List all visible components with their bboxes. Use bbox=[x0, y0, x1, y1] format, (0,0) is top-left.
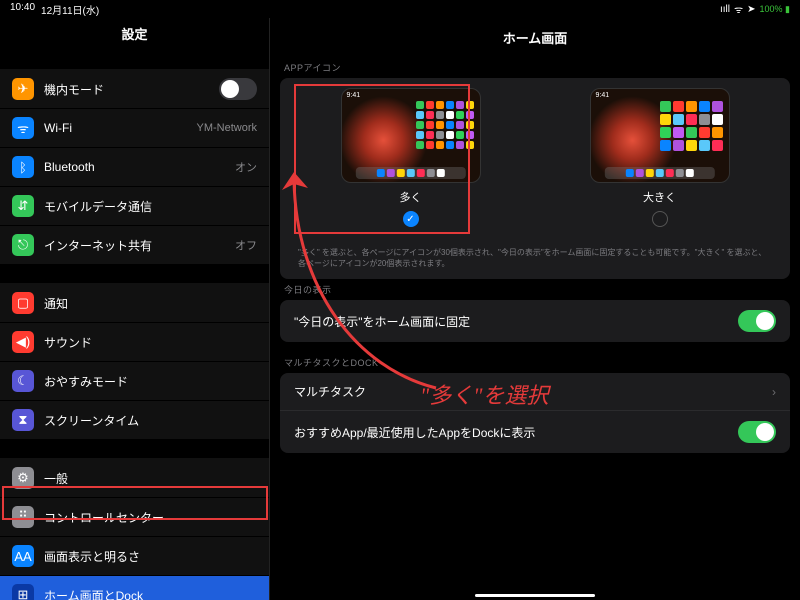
switch-suggested[interactable] bbox=[738, 421, 776, 443]
sidebar-item-value: YM-Network bbox=[196, 122, 257, 134]
sidebar-item-label: 機内モード bbox=[44, 81, 219, 98]
sidebar-item-label: Wi-Fi bbox=[44, 121, 196, 135]
icongrid-big bbox=[660, 101, 723, 151]
footnote: "多く" を選ぶと、各ページにアイコンが30個表示され、"今日の表示"をホーム画… bbox=[280, 241, 790, 279]
main-panel: ホーム画面 APPアイコン 9:41 多く ✓ 9:41 bbox=[270, 18, 800, 600]
status-time: 10:40 bbox=[10, 2, 35, 17]
sidebar-item-label: 通知 bbox=[44, 295, 257, 312]
row-multitask[interactable]: マルチタスク › bbox=[280, 373, 790, 410]
sidebar-item-g3-1[interactable]: ⠿ コントロールセンター bbox=[0, 498, 269, 537]
sidebar-item-label: 画面表示と明るさ bbox=[44, 548, 257, 565]
sidebar-icon: ✈︎ bbox=[12, 78, 34, 100]
sidebar-icon: ⇵ bbox=[12, 195, 34, 217]
row-today-fix[interactable]: "今日の表示"をホーム画面に固定 bbox=[280, 300, 790, 342]
sidebar-item-g1-3[interactable]: ⇵ モバイルデータ通信 bbox=[0, 187, 269, 226]
sidebar-title: 設定 bbox=[0, 18, 269, 51]
sidebar: 設定 ✈︎ 機内モード ᯤ Wi-FiYM-Network ᛒ Bluetoothオン ⇵ モ… bbox=[0, 18, 270, 600]
check-icon: ✓ bbox=[403, 211, 419, 227]
sidebar-item-g2-3[interactable]: ⧗ スクリーンタイム bbox=[0, 401, 269, 440]
preview-large: 9:41 bbox=[590, 88, 730, 183]
sidebar-icon: ⎋ bbox=[12, 234, 34, 256]
sidebar-item-g2-1[interactable]: ◀︎) サウンド bbox=[0, 323, 269, 362]
sidebar-item-value: オフ bbox=[235, 237, 257, 253]
sidebar-item-value: オン bbox=[235, 159, 257, 175]
sidebar-item-g2-2[interactable]: ☾ おやすみモード bbox=[0, 362, 269, 401]
sidebar-icon: ⧗ bbox=[12, 409, 34, 431]
home-indicator bbox=[475, 594, 595, 597]
radio-unselected-icon bbox=[652, 211, 668, 227]
status-date: 12月11日(水) bbox=[41, 2, 99, 17]
sidebar-item-g1-2[interactable]: ᛒ Bluetoothオン bbox=[0, 148, 269, 187]
page-title: ホーム画面 bbox=[270, 18, 800, 57]
signal-icon: ııll bbox=[720, 4, 730, 15]
sidebar-item-label: モバイルデータ通信 bbox=[44, 198, 257, 215]
switch-airplane[interactable] bbox=[219, 78, 257, 100]
sidebar-item-g1-0[interactable]: ✈︎ 機内モード bbox=[0, 70, 269, 109]
sidebar-item-label: コントロールセンター bbox=[44, 509, 257, 526]
sidebar-icon: ⊞ bbox=[12, 584, 34, 600]
sidebar-icon: ◀︎) bbox=[12, 331, 34, 353]
sidebar-icon: ☾ bbox=[12, 370, 34, 392]
sidebar-icon: ⚙ bbox=[12, 467, 34, 489]
sidebar-item-g2-0[interactable]: ▢ 通知 bbox=[0, 284, 269, 323]
icongrid-small bbox=[416, 101, 474, 149]
switch-today-fix[interactable] bbox=[738, 310, 776, 332]
sidebar-item-label: サウンド bbox=[44, 334, 257, 351]
preview-more: 9:41 bbox=[341, 88, 481, 183]
sidebar-item-g3-0[interactable]: ⚙ 一般 bbox=[0, 459, 269, 498]
section-app-icons: APPアイコン bbox=[270, 57, 800, 78]
sidebar-item-g1-1[interactable]: ᯤ Wi-FiYM-Network bbox=[0, 109, 269, 148]
option-large[interactable]: 9:41 大きく bbox=[547, 88, 772, 227]
option-more[interactable]: 9:41 多く ✓ bbox=[298, 88, 523, 227]
sidebar-icon: ᛒ bbox=[12, 156, 34, 178]
sidebar-item-label: ホーム画面とDock bbox=[44, 587, 257, 600]
battery-indicator: 100% ▮ bbox=[760, 4, 790, 15]
chevron-right-icon: › bbox=[772, 385, 776, 399]
sidebar-item-label: Bluetooth bbox=[44, 160, 235, 174]
sidebar-icon: ᯤ bbox=[12, 117, 34, 139]
sidebar-icon: ▢ bbox=[12, 292, 34, 314]
sidebar-item-label: スクリーンタイム bbox=[44, 412, 257, 429]
sidebar-icon: AA bbox=[12, 545, 34, 567]
wifi-icon: ᯤ bbox=[734, 2, 743, 16]
sidebar-item-g3-3[interactable]: ⊞ ホーム画面とDock bbox=[0, 576, 269, 600]
row-suggested-apps[interactable]: おすすめApp/最近使用したAppをDockに表示 bbox=[280, 410, 790, 453]
section-today: 今日の表示 bbox=[270, 279, 800, 300]
sidebar-item-label: おやすみモード bbox=[44, 373, 257, 390]
section-multitask: マルチタスクとDOCK bbox=[270, 352, 800, 373]
sidebar-item-label: インターネット共有 bbox=[44, 237, 235, 254]
sidebar-item-label: 一般 bbox=[44, 470, 257, 487]
location-icon: ➤ bbox=[747, 4, 755, 15]
sidebar-item-g3-2[interactable]: AA 画面表示と明るさ bbox=[0, 537, 269, 576]
sidebar-item-g1-4[interactable]: ⎋ インターネット共有オフ bbox=[0, 226, 269, 265]
sidebar-icon: ⠿ bbox=[12, 506, 34, 528]
